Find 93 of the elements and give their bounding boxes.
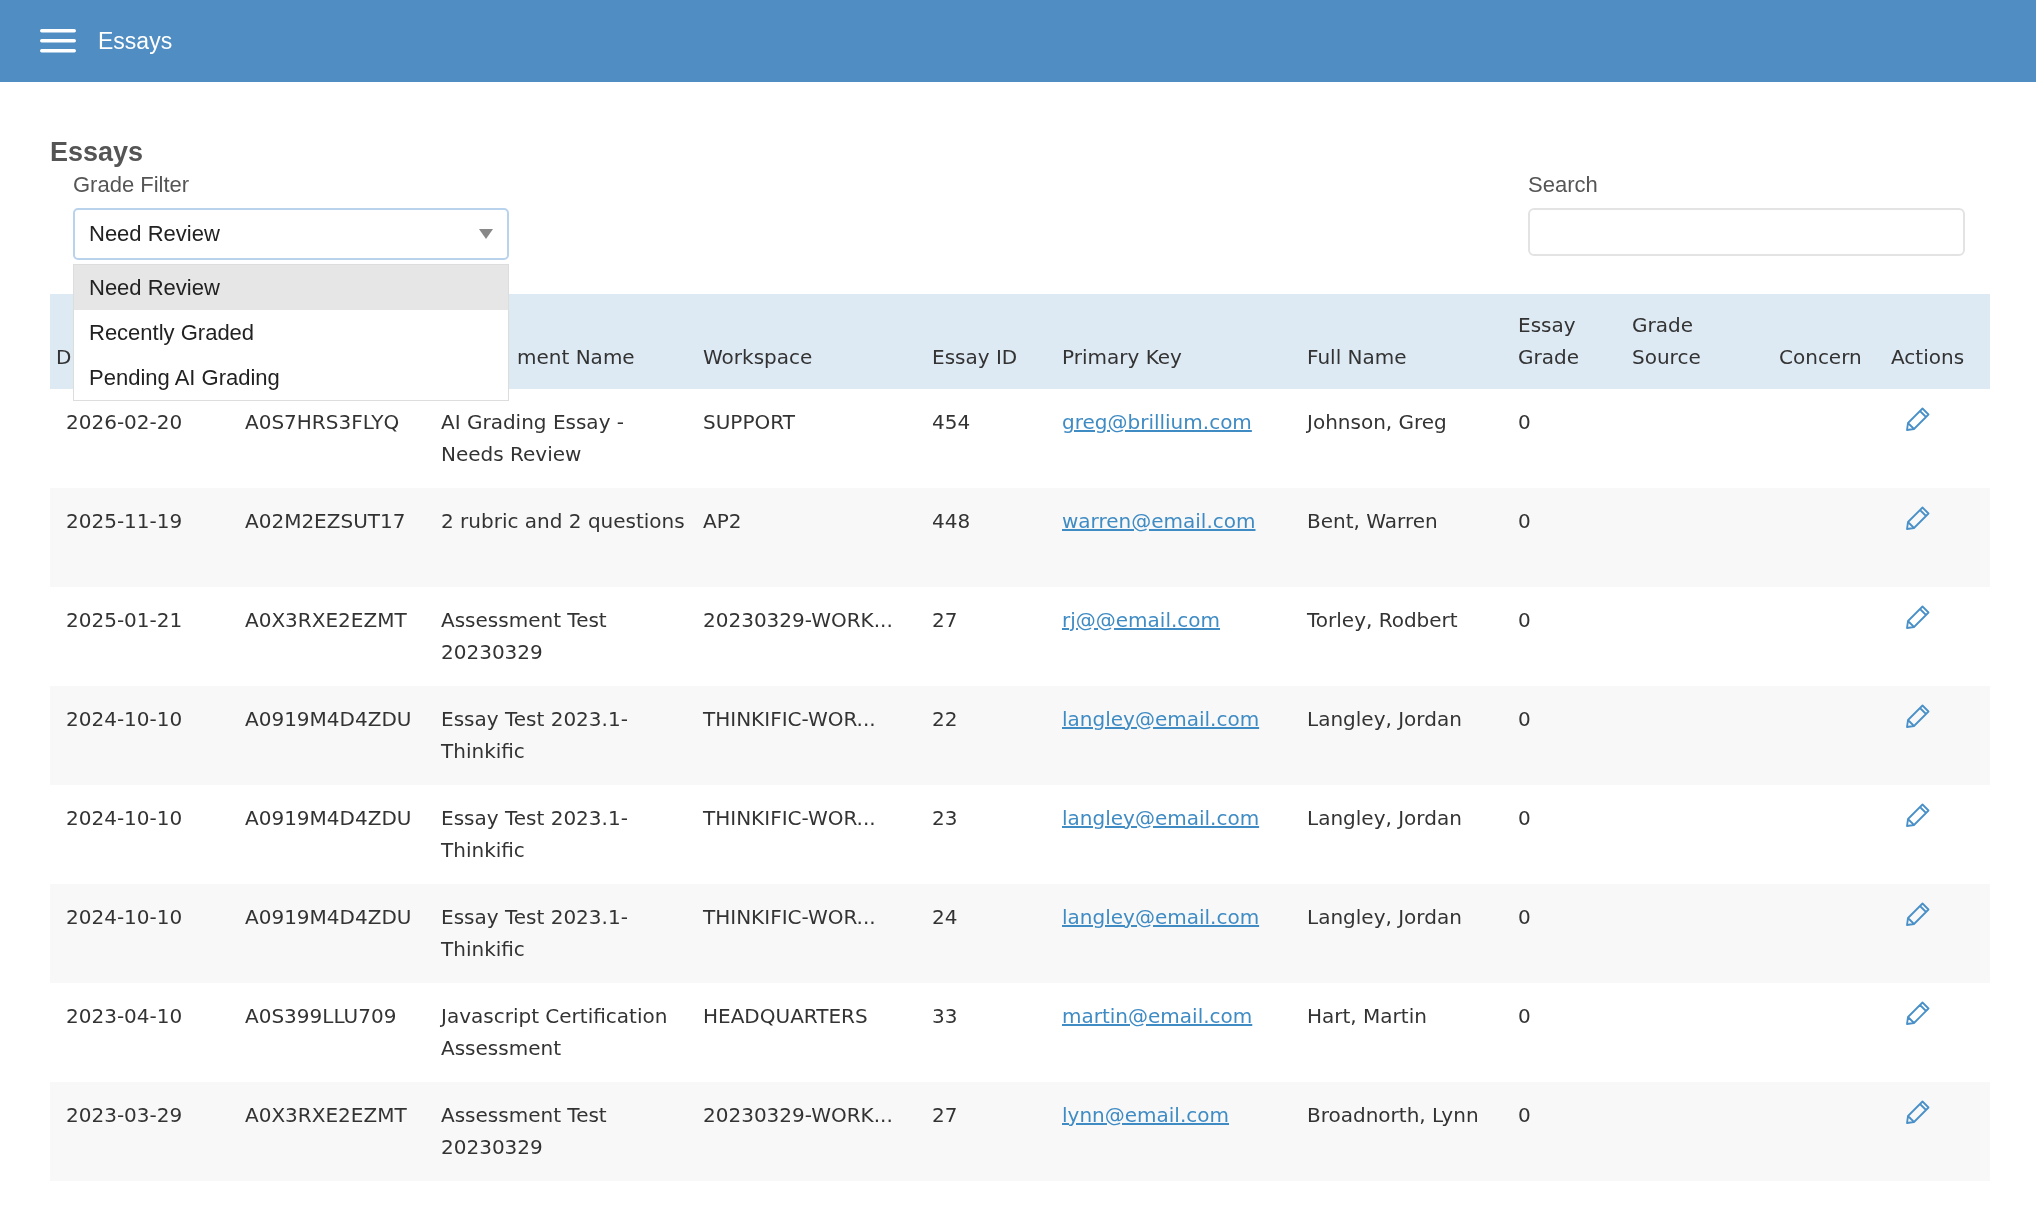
table-cell: HEADQUARTERS [703,1004,868,1028]
dropdown-option[interactable]: Recently Graded [74,310,508,355]
column-header: Essay ID [932,345,1018,369]
email-link[interactable]: rj@@email.com [1062,608,1220,632]
table-cell: 0 [1518,707,1531,731]
column-header: Actions [1891,345,1965,369]
table-cell: Assessment Test 20230329 [441,1103,607,1159]
table-cell: 27 [932,608,958,632]
table-cell: AI Grading Essay - Needs Review [441,410,625,466]
search-field[interactable] [1528,208,1965,256]
table-cell: THINKIFIC-WOR... [703,905,876,929]
table-cell: 2025-11-19 [66,509,183,533]
table-cell: A0X3RXE2EZMT [245,1103,407,1127]
table-cell: Assessment Test 20230329 [441,608,607,664]
table-cell: 2023-03-29 [66,1103,183,1127]
table-cell: 0 [1518,1004,1531,1028]
table-cell: 2025-01-21 [66,608,183,632]
table-cell: A0919M4D4ZDU [245,806,412,830]
email-link[interactable]: lynn@email.com [1062,1103,1229,1127]
edit-icon[interactable] [1905,703,1931,729]
column-header: ment Name [517,345,635,369]
table-cell: 27 [932,1103,958,1127]
table-cell: 20230329-WORK... [703,608,893,632]
table-cell: SUPPORT [703,410,795,434]
table-cell: 2 rubric and 2 questions [441,509,685,533]
table-cell: Torley, Rodbert [1307,608,1458,632]
table-cell: AP2 [703,509,742,533]
table-cell: 24 [932,905,958,929]
grade-filter-dropdown[interactable]: Need Review [73,208,509,260]
column-header: Full Name [1307,345,1407,369]
table-cell: 2026-02-20 [66,410,183,434]
table-cell: Essay Test 2023.1-Thinkific [441,905,628,961]
table-cell: A0S399LLU709 [245,1004,397,1028]
table-cell: 0 [1518,806,1531,830]
column-header: Essay Grade [1518,313,1579,369]
edit-icon[interactable] [1905,901,1931,927]
table-cell: 22 [932,707,958,731]
field-label: Search [1528,171,1599,199]
email-link[interactable]: warren@email.com [1062,509,1256,533]
field-label: Grade Filter [73,171,191,199]
column-header: Concern [1779,345,1862,369]
email-link[interactable]: langley@email.com [1062,806,1260,830]
table-cell: THINKIFIC-WOR... [703,806,876,830]
table-cell: A0S7HRS3FLYQ [245,410,400,434]
table-cell: 0 [1518,509,1531,533]
table-cell: 0 [1518,905,1531,929]
table-cell: 2024-10-10 [66,905,183,929]
column-header: D [56,345,72,369]
column-header: Workspace [703,345,813,369]
table-cell: Broadnorth, Lynn [1307,1103,1479,1127]
table-cell: 20230329-WORK... [703,1103,893,1127]
table-cell: Javascript Certification Assessment [441,1004,668,1060]
table-cell: 2024-10-10 [66,707,183,731]
table-cell: 454 [932,410,971,434]
table-cell: 2024-10-10 [66,806,183,830]
table-cell: Hart, Martin [1307,1004,1427,1028]
table-cell: Essay Test 2023.1-Thinkific [441,707,628,763]
app-title: Essays [98,27,173,55]
table-cell: 0 [1518,1103,1531,1127]
table-cell: Johnson, Greg [1307,410,1447,434]
menu-icon[interactable] [40,29,76,53]
edit-icon[interactable] [1905,604,1931,630]
table-cell: 448 [932,509,971,533]
edit-icon[interactable] [1905,1099,1931,1125]
column-header: Primary Key [1062,345,1182,369]
table-cell: Langley, Jordan [1307,905,1462,929]
column-header: Grade Source [1632,313,1701,369]
email-link[interactable]: martin@email.com [1062,1004,1253,1028]
email-link[interactable]: langley@email.com [1062,707,1260,731]
table-cell: A0X3RXE2EZMT [245,608,407,632]
dropdown-option[interactable]: Need Review [74,265,508,310]
edit-icon[interactable] [1905,1000,1931,1026]
table-cell: 33 [932,1004,958,1028]
table-cell: 23 [932,806,958,830]
edit-icon[interactable] [1905,505,1931,531]
table-cell: A0919M4D4ZDU [245,905,412,929]
table-cell: 0 [1518,410,1531,434]
table-cell: 0 [1518,608,1531,632]
table-cell: A0919M4D4ZDU [245,707,412,731]
table-cell: 2023-04-10 [66,1004,183,1028]
table-cell: THINKIFIC-WOR... [703,707,876,731]
table-cell: A02M2EZSUT17 [245,509,406,533]
edit-icon[interactable] [1905,406,1931,432]
page-title: Essays [50,136,145,169]
table-cell: Langley, Jordan [1307,707,1462,731]
caret-icon [479,229,493,239]
edit-icon[interactable] [1905,802,1931,828]
email-link[interactable]: greg@brillium.com [1062,410,1252,434]
email-link[interactable]: langley@email.com [1062,905,1260,929]
table-cell: Essay Test 2023.1-Thinkific [441,806,628,862]
table-cell: Langley, Jordan [1307,806,1462,830]
dropdown-option[interactable]: Pending AI Grading [74,355,508,400]
table-cell: Bent, Warren [1307,509,1438,533]
